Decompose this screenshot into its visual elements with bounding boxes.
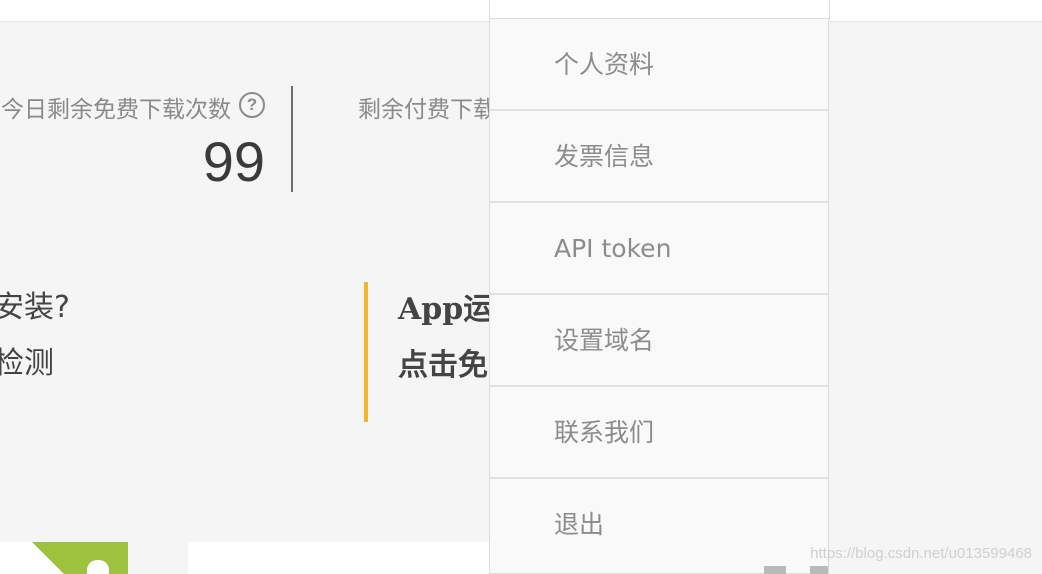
- menu-item-invoice[interactable]: 发票信息: [490, 111, 828, 203]
- menu-item-logout[interactable]: 退出: [490, 479, 828, 571]
- free-downloads-stat: 今日剩余免费下载次数 ? 99: [0, 86, 293, 192]
- paid-downloads-label: 剩余付费下载: [358, 97, 496, 123]
- install-check-box[interactable]: 安装? 检测: [0, 280, 70, 392]
- scroll-control-icon: [764, 566, 786, 574]
- scroll-control-icon-2: [810, 566, 828, 574]
- watermark: https://blog.csdn.net/u013599468: [810, 545, 1032, 562]
- install-line-2: 检测: [0, 346, 54, 381]
- account-dropdown-menu: 个人资料 发票信息 API token 设置域名 联系我们 退出: [489, 18, 829, 574]
- menu-item-contact-us[interactable]: 联系我们: [490, 387, 828, 479]
- help-icon[interactable]: ?: [239, 92, 265, 118]
- menu-item-domain-settings[interactable]: 设置域名: [490, 295, 828, 387]
- menu-item-api-token[interactable]: API token: [490, 203, 828, 295]
- account-menu-trigger[interactable]: [489, 0, 830, 19]
- install-line-1: 安装?: [0, 290, 70, 325]
- android-icon: [87, 560, 109, 574]
- menu-item-profile[interactable]: 个人资料: [490, 19, 828, 111]
- android-corner-badge: [32, 542, 64, 574]
- free-downloads-value: 99: [202, 130, 265, 193]
- free-downloads-label: 今日剩余免费下载次数: [1, 97, 231, 123]
- app-promo-box[interactable]: App运 点击免: [364, 282, 504, 422]
- android-app-card[interactable]: [0, 542, 128, 574]
